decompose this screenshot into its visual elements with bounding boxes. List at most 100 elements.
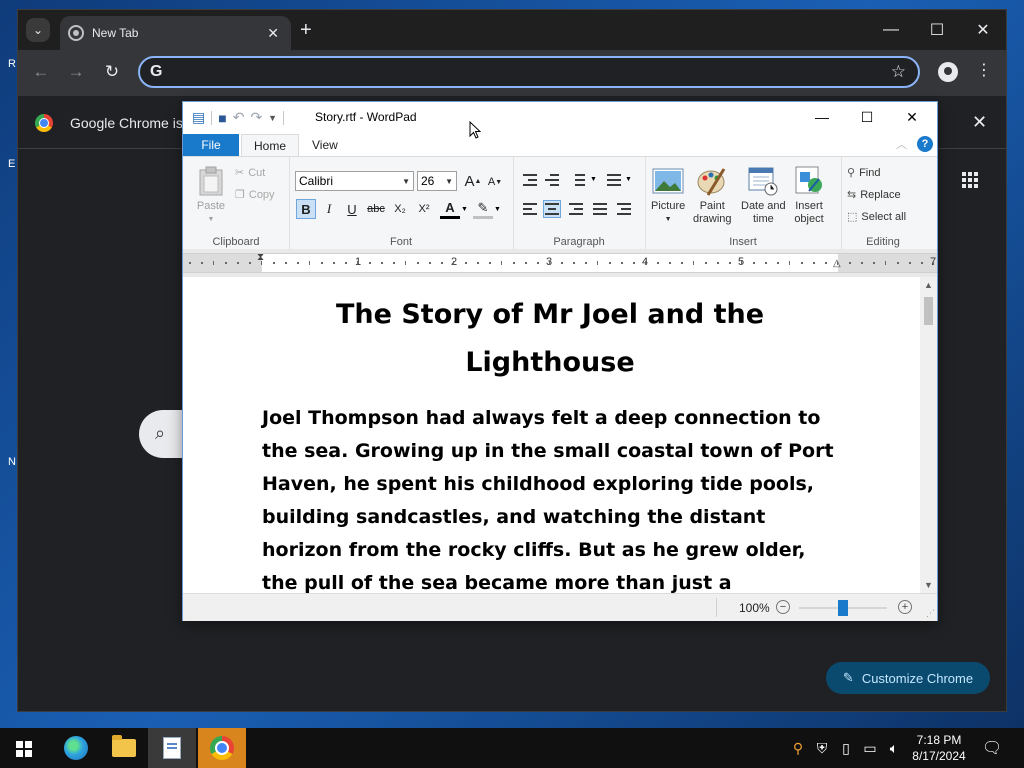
resize-grip-icon[interactable]: ⋰: [926, 608, 935, 619]
align-center-icon[interactable]: [543, 200, 561, 218]
copy-button[interactable]: ❐ Copy: [235, 188, 275, 202]
ruler-tick: [357, 261, 358, 265]
line-spacing-icon[interactable]: [605, 171, 623, 189]
insert-object-label-2: object: [794, 213, 824, 225]
underline-button[interactable]: U: [342, 199, 362, 219]
chevron-down-icon[interactable]: ▼: [590, 176, 597, 183]
bookmark-star-icon[interactable]: ☆: [891, 62, 906, 82]
increase-indent-icon[interactable]: [543, 171, 561, 189]
profile-avatar[interactable]: [938, 62, 958, 82]
zoom-out-button[interactable]: −: [776, 600, 790, 614]
date-time-label-2: time: [752, 213, 774, 225]
decrease-indent-icon[interactable]: [521, 171, 539, 189]
select-all-label: Select all: [861, 210, 907, 223]
maximize-button[interactable]: ☐: [914, 10, 960, 50]
customize-chrome-button[interactable]: ✎ Customize Chrome: [826, 662, 990, 694]
zoom-in-button[interactable]: +: [898, 600, 912, 614]
paste-button[interactable]: Paste ▼: [195, 165, 227, 226]
desktop-icon-fragment[interactable]: N: [8, 456, 16, 468]
save-icon[interactable]: ■: [218, 110, 226, 126]
paint-drawing-label-2: drawing: [693, 213, 732, 225]
replace-label: Replace: [860, 188, 901, 201]
superscript-button[interactable]: X²: [414, 199, 434, 219]
italic-button[interactable]: I: [319, 199, 339, 219]
scroll-up-icon[interactable]: ▲: [924, 280, 933, 290]
reload-button[interactable]: ↻: [101, 62, 123, 82]
usb-device-icon[interactable]: ▯: [834, 740, 858, 757]
search-app-icon[interactable]: ⚲: [786, 740, 810, 757]
ruler-tick: [225, 262, 227, 264]
paint-drawing-label-1: Paint: [699, 200, 725, 212]
chevron-down-icon[interactable]: ▼: [461, 206, 468, 213]
kebab-menu-icon[interactable]: ⋮: [976, 60, 992, 80]
highlight-color-button[interactable]: ✎: [473, 199, 493, 219]
network-icon[interactable]: ▭: [858, 740, 882, 757]
apps-grid-icon[interactable]: [962, 172, 978, 188]
strikethrough-button[interactable]: abc: [366, 199, 386, 219]
security-shield-icon[interactable]: ⛨: [810, 740, 834, 757]
tab-new-tab[interactable]: New Tab ✕: [60, 16, 291, 50]
close-icon[interactable]: ✕: [267, 25, 279, 42]
tab-home[interactable]: Home: [241, 134, 300, 156]
infobar-close-icon[interactable]: ✕: [972, 112, 987, 133]
font-size-select[interactable]: 26 ▼: [417, 171, 457, 191]
back-button[interactable]: ←: [30, 62, 52, 82]
forward-button[interactable]: →: [65, 62, 87, 82]
desktop-icon-fragment[interactable]: E: [8, 158, 15, 170]
cut-button[interactable]: ✂ Cut: [235, 166, 265, 180]
shrink-font-button[interactable]: A ▼: [485, 172, 505, 192]
customize-qat-icon[interactable]: ▼: [268, 113, 277, 123]
desktop-icon-fragment[interactable]: R: [8, 58, 16, 70]
vertical-scrollbar[interactable]: ▲ ▼: [920, 277, 937, 593]
help-icon[interactable]: ?: [917, 136, 933, 152]
tab-search-button[interactable]: ⌄: [26, 18, 50, 42]
collapse-ribbon-icon[interactable]: ︿: [896, 136, 907, 152]
document-area[interactable]: The Story of Mr Joel and the Lighthouse …: [183, 277, 920, 593]
taskbar-wordpad[interactable]: [148, 728, 196, 768]
zoom-slider-thumb[interactable]: [838, 600, 848, 616]
find-button[interactable]: ⚲ Find: [847, 166, 880, 180]
bold-button[interactable]: B: [296, 199, 316, 219]
tab-view[interactable]: View: [300, 134, 350, 156]
select-all-button[interactable]: ⬚ Select all: [847, 210, 907, 224]
chevron-down-icon[interactable]: ▼: [625, 176, 632, 183]
date-time-button[interactable]: Date and time: [741, 165, 786, 226]
undo-icon[interactable]: ↶: [233, 109, 245, 126]
taskbar-chrome[interactable]: [198, 728, 246, 768]
justify-icon[interactable]: [591, 200, 609, 218]
subscript-button[interactable]: X₂: [390, 199, 410, 219]
bullet-list-icon[interactable]: [569, 171, 587, 189]
scroll-thumb[interactable]: [924, 297, 933, 325]
new-tab-button[interactable]: +: [300, 19, 312, 41]
paragraph-settings-icon[interactable]: [615, 200, 633, 218]
start-button[interactable]: [16, 741, 32, 757]
chevron-down-icon[interactable]: ▼: [494, 206, 501, 213]
taskbar-file-explorer[interactable]: [100, 728, 148, 768]
wordpad-minimize-button[interactable]: —: [799, 102, 845, 132]
align-right-icon[interactable]: [567, 200, 585, 218]
grow-font-button[interactable]: A ▲: [463, 171, 483, 191]
insert-object-button[interactable]: Insert object: [793, 165, 825, 226]
wordpad-close-button[interactable]: ✕: [889, 102, 935, 132]
wordpad-app-icon[interactable]: ▤: [192, 109, 205, 126]
text-color-button[interactable]: A: [440, 199, 460, 219]
replace-button[interactable]: ⇆ Replace: [847, 188, 901, 202]
ruler[interactable]: 1 2 3 4 5 7 ⧗ △: [183, 249, 937, 277]
paint-drawing-button[interactable]: Paint drawing: [693, 165, 732, 226]
redo-icon[interactable]: ↷: [250, 109, 262, 126]
scroll-down-icon[interactable]: ▼: [924, 580, 933, 590]
align-left-icon[interactable]: [521, 200, 539, 218]
ruler-tick: [369, 262, 371, 264]
notification-icon[interactable]: 🗨︎: [982, 738, 1002, 758]
chevron-down-icon: ▼: [445, 176, 453, 186]
tab-file[interactable]: File: [183, 134, 239, 156]
close-window-button[interactable]: ✕: [960, 10, 1006, 50]
wordpad-maximize-button[interactable]: ☐: [844, 102, 890, 132]
address-bar[interactable]: G ☆: [138, 56, 920, 88]
system-clock[interactable]: 7:18 PM 8/17/2024: [906, 732, 972, 764]
minimize-button[interactable]: —: [868, 10, 914, 50]
font-family-select[interactable]: Calibri ▼: [295, 171, 414, 191]
insert-picture-button[interactable]: Picture ▼: [651, 165, 685, 226]
volume-muted-icon[interactable]: 🔈︎: [882, 740, 906, 757]
taskbar-edge[interactable]: [52, 728, 100, 768]
